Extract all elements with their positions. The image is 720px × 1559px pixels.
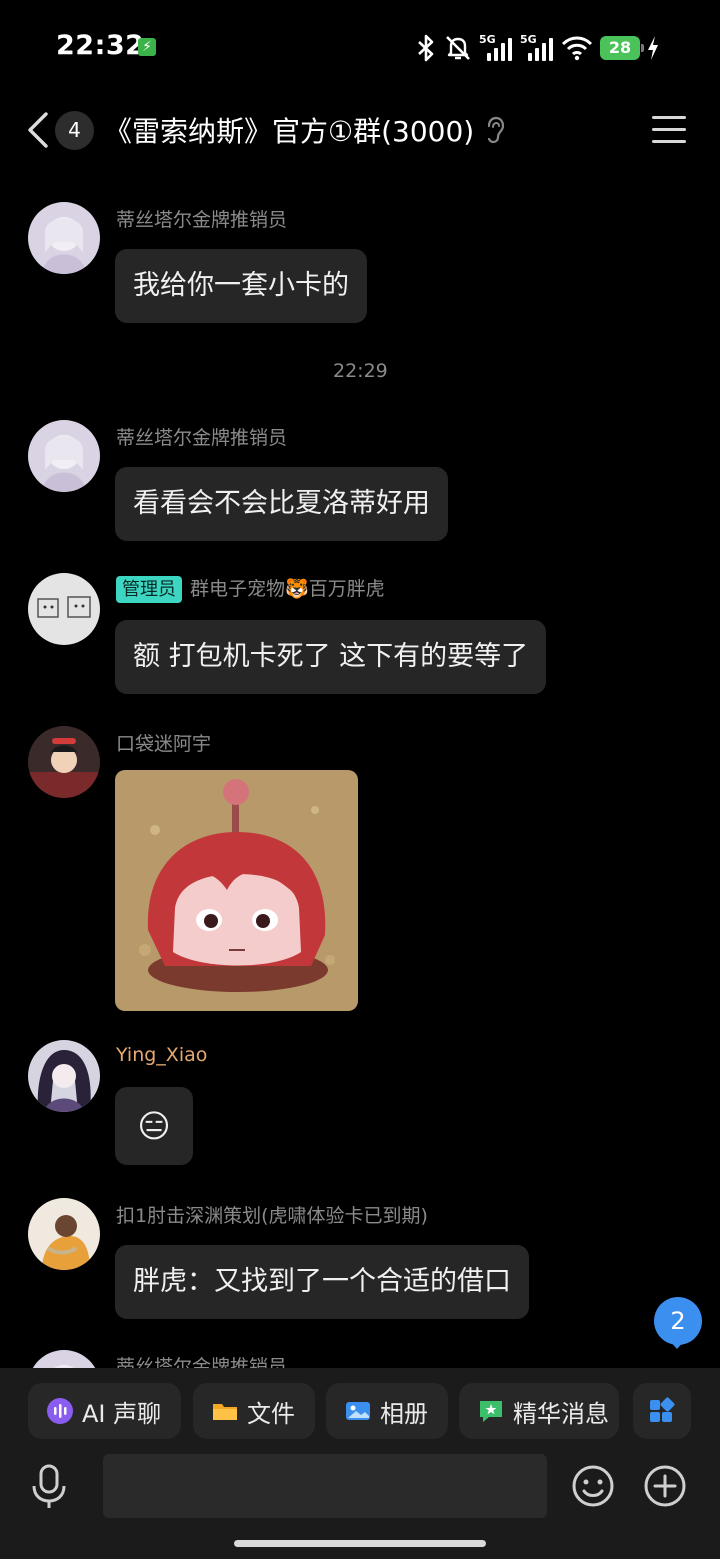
new-message-count-badge[interactable]: 2: [654, 1297, 702, 1345]
badge-pointer: [669, 1340, 685, 1349]
message-bubble[interactable]: 看看会不会比夏洛蒂好用: [115, 467, 448, 541]
emoji-message-bubble[interactable]: 😑: [115, 1087, 193, 1165]
sticker-image[interactable]: [115, 770, 358, 1011]
charging-bolt-icon: [648, 36, 658, 60]
album-button[interactable]: 相册: [326, 1383, 448, 1439]
message-bubble[interactable]: 胖虎：又找到了一个合适的借口: [115, 1245, 529, 1319]
ai-voice-icon: [47, 1398, 73, 1424]
battery-indicator: 28: [600, 36, 644, 60]
message-bubble[interactable]: 我给你一套小卡的: [115, 249, 367, 323]
wifi-icon: [561, 36, 593, 61]
menu-icon[interactable]: [652, 116, 686, 146]
essence-label: 精华消息: [513, 1399, 609, 1428]
avatar[interactable]: [28, 420, 100, 492]
sender-name: 蒂丝塔尔金牌推销员: [116, 209, 288, 231]
signal-5g-icon: 5G: [479, 33, 513, 63]
add-plus-icon[interactable]: [643, 1464, 687, 1508]
message-input[interactable]: [103, 1454, 547, 1518]
album-label: 相册: [380, 1399, 428, 1428]
sender-name: Ying_Xiao: [116, 1044, 208, 1066]
avatar[interactable]: [28, 1198, 100, 1270]
avatar[interactable]: [28, 726, 100, 798]
ai-voice-label: AI 声聊: [82, 1399, 162, 1428]
message-timestamp: 22:29: [333, 360, 388, 382]
group-title[interactable]: 《雷索纳斯》官方①群(3000): [104, 110, 474, 150]
bluetooth-icon: [418, 34, 434, 62]
mute-bell-icon: [446, 36, 470, 60]
sender-name: 扣1肘击深渊策划(虎啸体验卡已到期): [116, 1205, 428, 1227]
admin-role-badge: 管理员: [116, 576, 182, 603]
ear-icon[interactable]: [484, 116, 506, 144]
message-bubble[interactable]: 额 打包机卡死了 这下有的要等了: [115, 620, 547, 694]
status-time: 22:32: [56, 30, 145, 61]
ai-voice-chat-button[interactable]: AI 声聊: [28, 1383, 181, 1439]
avatar[interactable]: [28, 202, 100, 274]
back-arrow-icon[interactable]: [24, 110, 52, 150]
unread-count-badge[interactable]: 4: [55, 111, 94, 150]
avatar[interactable]: [28, 1040, 100, 1112]
essence-icon: [480, 1401, 502, 1422]
signal-5g-icon-2: 5G: [520, 33, 554, 63]
photo-album-icon: [346, 1402, 370, 1420]
essence-messages-button[interactable]: 精华消息: [459, 1383, 619, 1439]
network-5g-label-2: 5G: [520, 33, 537, 46]
apps-grid-icon: [650, 1397, 675, 1422]
sender-name: 口袋迷阿宇: [116, 733, 212, 755]
sender-name-row: 管理员 群电子宠物🐯百万胖虎: [116, 574, 385, 603]
more-apps-button[interactable]: [633, 1383, 691, 1439]
charging-notification-icon: ⚡: [138, 38, 156, 56]
file-button[interactable]: 文件: [193, 1383, 315, 1439]
network-5g-label: 5G: [479, 33, 496, 46]
avatar[interactable]: [28, 573, 100, 645]
sender-name: 蒂丝塔尔金牌推销员: [116, 427, 288, 449]
status-icons: 5G 5G 28: [415, 30, 659, 66]
file-label: 文件: [247, 1399, 295, 1428]
emoji-picker-icon[interactable]: [571, 1464, 615, 1508]
home-indicator: [234, 1540, 486, 1547]
voice-input-microphone-icon[interactable]: [30, 1464, 68, 1510]
folder-icon: [213, 1404, 237, 1420]
sender-name: 群电子宠物🐯百万胖虎: [190, 578, 385, 600]
